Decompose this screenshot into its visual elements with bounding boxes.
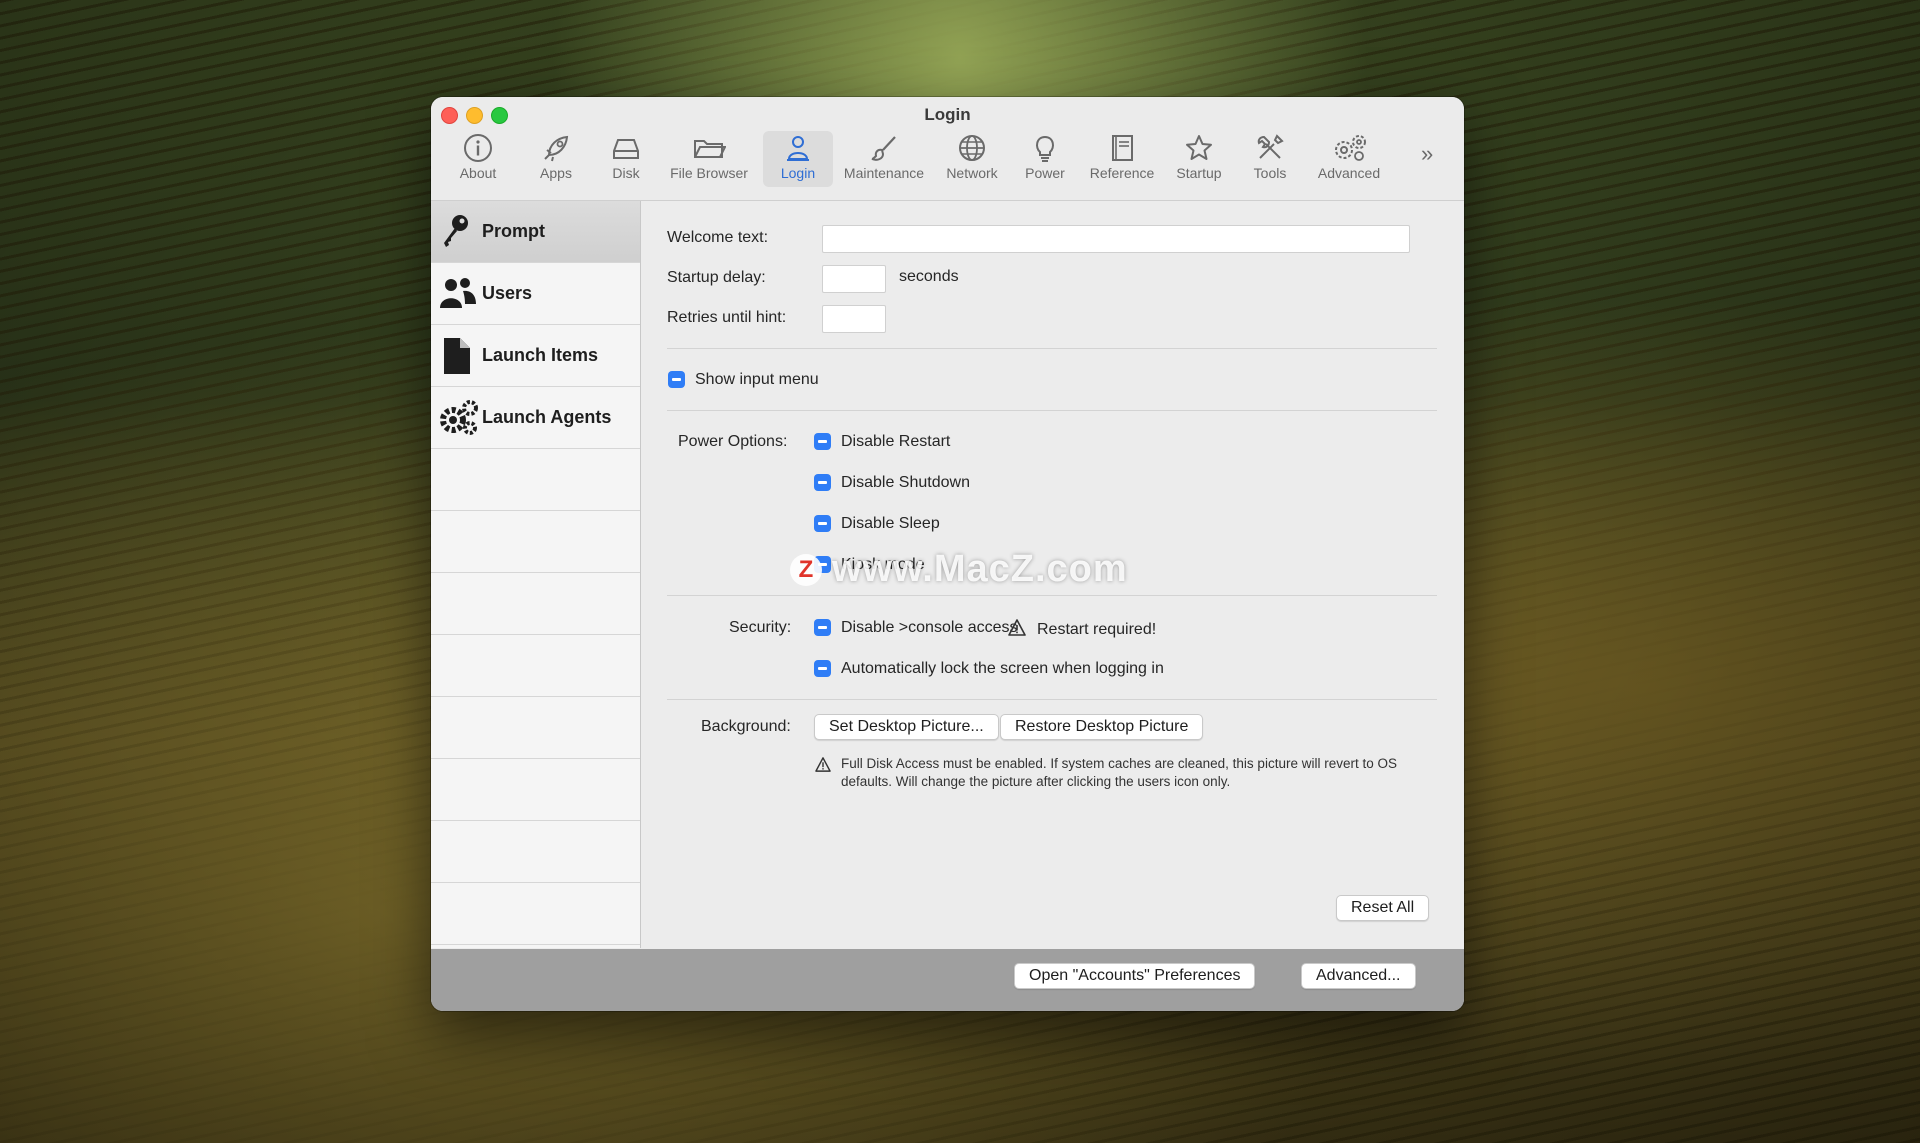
gears-icon	[1335, 135, 1366, 161]
window-footer: Open "Accounts" Preferences Advanced...	[431, 949, 1464, 1011]
toolbar-disk[interactable]: Disk	[601, 131, 651, 187]
toolbar-startup[interactable]: Startup	[1171, 131, 1227, 187]
toolbar-network[interactable]: Network	[939, 131, 1005, 187]
book-icon	[1112, 135, 1133, 161]
toolbar-maintenance[interactable]: Maintenance	[839, 131, 929, 187]
warning-icon	[1008, 619, 1026, 636]
divider	[667, 699, 1437, 700]
sidebar-item-prompt[interactable]: Prompt	[431, 201, 640, 263]
toolbar-about[interactable]: About	[448, 131, 508, 187]
disable-shutdown-label: Disable Shutdown	[841, 474, 970, 491]
sidebar-empty-row	[431, 697, 640, 759]
globe-icon	[959, 135, 985, 161]
set-desktop-picture-button[interactable]: Set Desktop Picture...	[814, 714, 999, 740]
security-label: Security:	[729, 619, 792, 636]
users-icon	[440, 278, 476, 308]
disable-sleep-checkbox[interactable]	[814, 515, 831, 532]
brush-icon	[871, 136, 896, 161]
toolbar-advanced[interactable]: Advanced	[1311, 131, 1387, 187]
disable-restart-checkbox[interactable]	[814, 433, 831, 450]
show-input-menu-label: Show input menu	[695, 371, 819, 388]
reset-all-button[interactable]: Reset All	[1336, 895, 1430, 921]
background-label: Background:	[701, 718, 791, 735]
disk-icon	[613, 139, 639, 159]
power-options-label: Power Options:	[678, 433, 788, 450]
window-titlebar: Login About Apps Disk File Browser Login…	[431, 97, 1464, 201]
toolbar-power[interactable]: Power	[1019, 131, 1071, 187]
warning-icon	[815, 757, 831, 772]
toolbar-reference[interactable]: Reference	[1085, 131, 1159, 187]
sidebar: Prompt Users Launch Items Launch Agents	[431, 201, 641, 948]
welcome-text-input[interactable]	[822, 225, 1410, 253]
user-icon	[787, 136, 809, 161]
disable-console-access-label: Disable >console access	[841, 619, 1018, 636]
chevron-double-right-icon[interactable]: »	[1421, 141, 1433, 167]
disable-shutdown-checkbox[interactable]	[814, 474, 831, 491]
toolbar-apps[interactable]: Apps	[526, 131, 586, 187]
lightbulb-icon	[1036, 135, 1054, 162]
sidebar-item-users[interactable]: Users	[431, 263, 640, 325]
startup-delay-label: Startup delay:	[667, 269, 766, 286]
sidebar-empty-row	[431, 883, 640, 945]
star-icon	[1186, 135, 1212, 160]
disable-console-access-checkbox[interactable]	[814, 619, 831, 636]
startup-delay-input[interactable]	[822, 265, 886, 293]
sidebar-empty-row	[431, 759, 640, 821]
key-icon	[444, 215, 468, 247]
watermark-badge: Z	[790, 554, 822, 586]
retries-label: Retries until hint:	[667, 309, 787, 326]
restart-required-label: Restart required!	[1037, 621, 1157, 638]
document-icon	[444, 338, 470, 374]
info-icon	[464, 134, 492, 162]
disable-sleep-label: Disable Sleep	[841, 515, 940, 532]
window-title: Login	[924, 105, 971, 124]
seconds-label: seconds	[899, 268, 959, 285]
sidebar-empty-row	[431, 821, 640, 883]
welcome-text-label: Welcome text:	[667, 229, 769, 246]
auto-lock-screen-checkbox[interactable]	[814, 660, 831, 677]
divider	[667, 410, 1437, 411]
toolbar-login[interactable]: Login	[763, 131, 833, 187]
divider	[667, 348, 1437, 349]
rocket-icon	[544, 135, 569, 162]
disable-restart-label: Disable Restart	[841, 433, 951, 450]
advanced-button[interactable]: Advanced...	[1301, 963, 1416, 989]
sidebar-item-launch-agents[interactable]: Launch Agents	[431, 387, 640, 449]
toolbar-tools[interactable]: Tools	[1247, 131, 1293, 187]
restore-desktop-picture-button[interactable]: Restore Desktop Picture	[1000, 714, 1204, 740]
background-note: Full Disk Access must be enabled. If sys…	[841, 756, 1397, 789]
show-input-menu-checkbox[interactable]	[668, 371, 685, 388]
auto-lock-screen-label: Automatically lock the screen when loggi…	[841, 660, 1164, 677]
toolbar-file-browser[interactable]: File Browser	[663, 131, 755, 187]
sidebar-empty-row	[431, 449, 640, 511]
tools-icon	[1257, 134, 1284, 159]
sidebar-empty-row	[431, 635, 640, 697]
open-accounts-preferences-button[interactable]: Open "Accounts" Preferences	[1014, 963, 1256, 989]
gears-icon	[440, 400, 478, 435]
retries-input[interactable]	[822, 305, 886, 333]
sidebar-empty-row	[431, 511, 640, 573]
folder-icon	[694, 140, 726, 158]
divider	[667, 595, 1437, 596]
watermark: www.MacZ.com	[832, 548, 1128, 590]
sidebar-item-launch-items[interactable]: Launch Items	[431, 325, 640, 387]
sidebar-empty-row	[431, 573, 640, 635]
